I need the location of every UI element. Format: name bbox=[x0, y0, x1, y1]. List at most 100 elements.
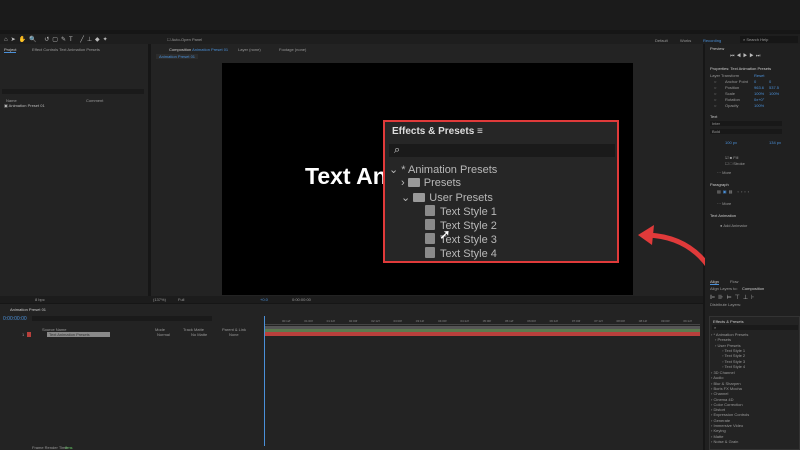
paragraph-align-buttons[interactable]: ▤▣▤ ▫▫▫▫ bbox=[717, 189, 751, 194]
time-ruler[interactable]: 00:12f 01:00f 01:12f 02:00f 02:12f 03:00f 03:1… bbox=[264, 319, 700, 325]
leading-field[interactable]: 134 px bbox=[769, 140, 781, 145]
property-value-1[interactable]: 0x+0° bbox=[754, 97, 764, 102]
tab-effect-controls[interactable]: Effect Controls Text Animation Presets bbox=[32, 47, 100, 52]
stopwatch-icon[interactable]: ○ bbox=[714, 103, 716, 108]
effect-category[interactable]: › 3D Channel bbox=[710, 370, 800, 375]
layer-row[interactable]: 1 Text Animation Presets Normal No Matte… bbox=[0, 332, 262, 337]
bits-per-channel[interactable]: 8 bpc bbox=[35, 297, 45, 302]
font-style-dropdown[interactable]: Bold bbox=[710, 129, 782, 134]
effect-category[interactable]: › Keying bbox=[710, 428, 800, 433]
exposure-value[interactable]: +0.0 bbox=[260, 297, 268, 302]
align-to-dropdown[interactable]: Composition bbox=[742, 286, 764, 291]
zoom-dropdown[interactable]: (137%) bbox=[153, 297, 166, 302]
project-item[interactable]: ▣ Animation Preset 01 bbox=[4, 103, 45, 108]
reset-button[interactable]: Reset bbox=[754, 73, 764, 78]
property-value-1[interactable]: 100% bbox=[754, 91, 764, 96]
layer-transform-label: Layer Transform bbox=[710, 73, 740, 78]
property-value-1[interactable]: 100% bbox=[754, 103, 764, 108]
tab-flow[interactable]: Flow bbox=[730, 279, 738, 284]
effect-category[interactable]: › Color Correction bbox=[710, 402, 800, 407]
timeline-search-input[interactable] bbox=[32, 316, 212, 321]
align-buttons[interactable]: ⊫⊪⊨⊤⊥⊦ bbox=[710, 294, 757, 301]
effect-category[interactable]: › Matte bbox=[710, 434, 800, 439]
property-value-2[interactable]: 0 bbox=[769, 79, 771, 84]
add-animator-button[interactable]: ● Add Animator bbox=[720, 223, 747, 228]
layer-track-matte[interactable]: No Matte bbox=[191, 332, 207, 337]
property-value-2[interactable]: 537.5 bbox=[769, 85, 779, 90]
stopwatch-icon[interactable]: ○ bbox=[714, 85, 716, 90]
effects-search-input[interactable]: ⌕ bbox=[712, 325, 798, 330]
effect-category[interactable]: › Channel bbox=[710, 391, 800, 396]
effect-category[interactable]: › Immersive Video bbox=[710, 423, 800, 428]
property-label: Opacity bbox=[725, 103, 739, 108]
tree-item-text-style-4[interactable]: Text Style 4 bbox=[425, 247, 497, 260]
search-help-input[interactable]: ⌕ Search Help bbox=[740, 36, 798, 43]
layer-parent[interactable]: None bbox=[229, 332, 239, 337]
tab-project[interactable]: Project bbox=[4, 47, 17, 53]
tab-composition[interactable]: Composition Animation Preset 01 bbox=[169, 47, 228, 52]
workspace-recording[interactable]: Recording bbox=[703, 38, 721, 43]
effects-tree-item[interactable]: ▫ Text Style 2 bbox=[710, 353, 800, 358]
layer-name[interactable]: Text Animation Presets bbox=[47, 332, 110, 337]
property-value-1[interactable]: 0 bbox=[754, 79, 756, 84]
comp-breadcrumb[interactable]: Animation Preset 01 bbox=[156, 54, 199, 59]
mouse-cursor-icon: ➚ bbox=[439, 226, 451, 242]
effects-tree-item[interactable]: › Presets bbox=[710, 337, 800, 342]
workspace-default[interactable]: Default bbox=[655, 38, 668, 43]
render-time-value: 0ms bbox=[65, 445, 73, 450]
layer-label-color[interactable] bbox=[27, 332, 31, 337]
tab-footage[interactable]: Footage (none) bbox=[279, 47, 306, 52]
workspace-works[interactable]: Works bbox=[680, 38, 691, 43]
effect-category[interactable]: › Expression Controls bbox=[710, 412, 800, 417]
project-search-input[interactable] bbox=[2, 89, 144, 94]
tree-item-text-style-1[interactable]: Text Style 1 bbox=[425, 205, 497, 218]
viewer-timecode[interactable]: 0:00:00:00 bbox=[292, 297, 311, 302]
tree-item-text-style-2[interactable]: Text Style 2 bbox=[425, 219, 497, 232]
stopwatch-icon[interactable]: ○ bbox=[714, 97, 716, 102]
tool-icons[interactable]: ⌂➤✋🔍 ↺▢✎T ╱⊥◆✦ bbox=[4, 36, 111, 43]
fill-label: Fill bbox=[733, 155, 739, 160]
layer-mode[interactable]: Normal bbox=[157, 332, 170, 337]
effects-tree-item[interactable]: ▫ Text Style 1 bbox=[710, 348, 800, 353]
tree-item-user-presets[interactable]: ⌄ User Presets bbox=[401, 191, 493, 204]
menu-icon[interactable]: ≡ bbox=[477, 126, 483, 137]
tab-layer[interactable]: Layer (none) bbox=[238, 47, 261, 52]
popup-search-input[interactable]: ⌕ bbox=[389, 144, 615, 157]
playhead[interactable] bbox=[264, 316, 265, 446]
playback-controls[interactable]: ⏮◀▶▶⏭ bbox=[730, 53, 762, 59]
paragraph-more-button[interactable]: ··· More bbox=[717, 201, 731, 206]
stopwatch-icon[interactable]: ○ bbox=[714, 91, 716, 96]
effects-tree-item[interactable]: › * Animation Presets bbox=[710, 332, 800, 337]
effect-category[interactable]: › Audio bbox=[710, 375, 800, 380]
tab-align[interactable]: Align bbox=[710, 279, 719, 285]
effect-category[interactable]: › Generate bbox=[710, 418, 800, 423]
property-value-1[interactable]: 963.6 bbox=[754, 85, 764, 90]
canvas-text-layer[interactable]: Text An bbox=[305, 163, 387, 190]
effect-category[interactable]: › Boris FX Mocha bbox=[710, 386, 800, 391]
popup-title-text: Effects & Presets bbox=[392, 126, 475, 137]
fill-checkbox[interactable]: ☑ ■ Fill bbox=[725, 155, 738, 160]
project-item-label: Animation Preset 01 bbox=[8, 103, 45, 108]
effects-tree-item[interactable]: ▫ Text Style 4 bbox=[710, 364, 800, 369]
effect-category[interactable]: › Distort bbox=[710, 407, 800, 412]
tree-item-text-style-3[interactable]: Text Style 3 bbox=[425, 233, 497, 246]
stopwatch-icon[interactable]: ○ bbox=[714, 79, 716, 84]
timeline-timecode[interactable]: 0:00:00:00 bbox=[3, 316, 27, 322]
effect-category[interactable]: › Noise & Grain bbox=[710, 439, 800, 444]
resolution-dropdown[interactable]: Full bbox=[178, 297, 184, 302]
font-size-field[interactable]: 100 px bbox=[725, 140, 737, 145]
font-family-dropdown[interactable]: Inter bbox=[710, 121, 782, 126]
effect-category[interactable]: › Blur & Sharpen bbox=[710, 381, 800, 386]
effect-category[interactable]: › Cinema 4D bbox=[710, 397, 800, 402]
property-row[interactable]: ○ Opacity 100% bbox=[705, 103, 800, 109]
effects-tree-item[interactable]: › User Presets bbox=[710, 343, 800, 348]
stroke-checkbox[interactable]: ☐ □ Stroke bbox=[725, 161, 745, 166]
timeline-tab[interactable]: Animation Preset 01 bbox=[10, 307, 46, 312]
auto-open-panel-checkbox[interactable]: ☐ Auto-Open Panel bbox=[167, 37, 202, 42]
layer-duration-bar[interactable] bbox=[264, 332, 700, 336]
property-value-2[interactable]: 100% bbox=[769, 91, 779, 96]
tree-item-presets[interactable]: › Presets bbox=[401, 177, 461, 189]
text-more-button[interactable]: ··· More bbox=[717, 170, 731, 175]
effects-tree-item[interactable]: ▫ Text Style 3 bbox=[710, 359, 800, 364]
tree-item-animation-presets[interactable]: ⌄ * Animation Presets bbox=[389, 163, 497, 176]
